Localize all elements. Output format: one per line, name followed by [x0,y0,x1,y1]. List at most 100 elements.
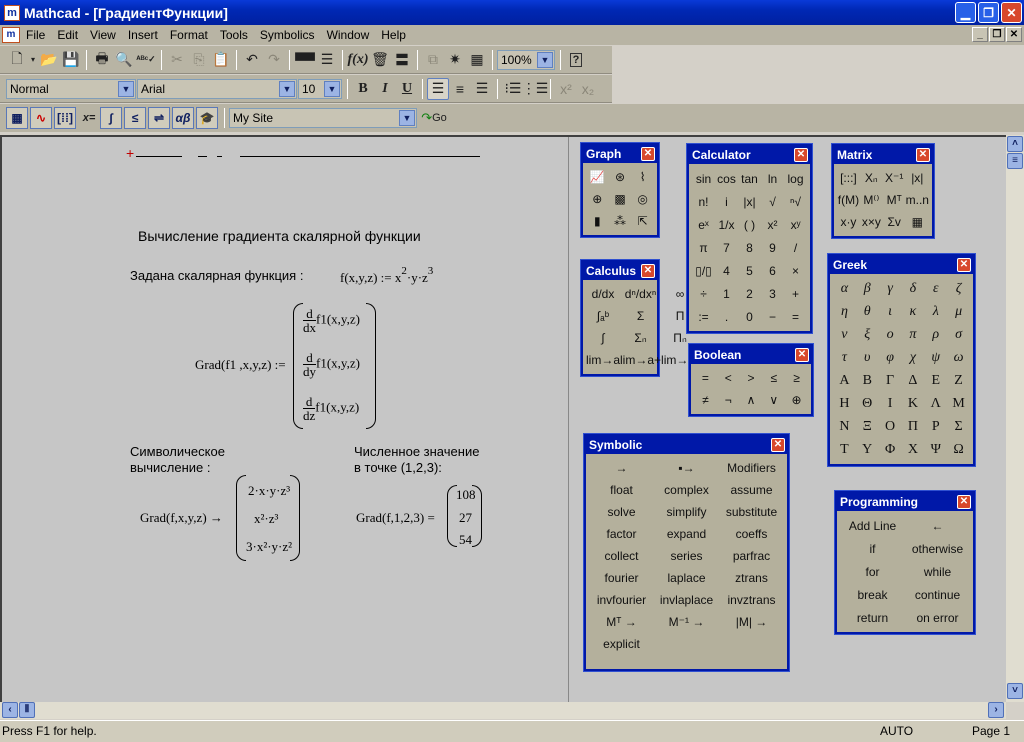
zoom-combo[interactable]: 100% ▼ [497,49,555,70]
programming-button-1[interactable]: ← [905,514,970,537]
matrix-button-0[interactable]: [:::] [837,167,860,189]
greek-letter-button[interactable]: γ [879,277,902,300]
boolean-button-6[interactable]: ¬ [717,389,740,411]
matrix-button-4[interactable]: f(M) [837,189,860,211]
matrix-button-8[interactable]: x·y [837,211,860,233]
greek-letter-button[interactable]: Θ [856,392,879,415]
calculator-button-20[interactable]: ▯/▯ [692,259,715,282]
greek-letter-button[interactable]: Β [856,369,879,392]
calculator-button-11[interactable]: 1/x [715,213,738,236]
close-palette-button[interactable]: ✕ [916,148,930,162]
calculator-button-31[interactable]: . [715,305,738,328]
calculator-button-15[interactable]: π [692,236,715,259]
print-button[interactable]: 🖶 [91,49,113,71]
align-center-button[interactable]: ≡ [449,78,471,100]
given-label[interactable]: Задана скалярная функция : [130,268,303,283]
calculus-button-0[interactable]: d/dx [586,283,620,305]
go-button[interactable]: ↷ Go [418,107,450,129]
vector-field-icon[interactable]: ⇱ [631,210,654,232]
greek-letter-button[interactable]: Χ [902,438,925,461]
matrix-button-9[interactable]: x×y [860,211,883,233]
symbolic-button-9[interactable]: factor [589,523,654,545]
symbolic-button-10[interactable]: expand [654,523,719,545]
symbolic-button-8[interactable]: substitute [719,501,784,523]
calculator-button-23[interactable]: 6 [761,259,784,282]
paste-button[interactable]: 📋 [210,49,232,71]
calculator-toolbar-button[interactable]: ▦ [6,107,28,129]
calculus-button-9[interactable]: lim→a [586,349,620,371]
greek-letter-button[interactable]: Η [833,392,856,415]
symbolic-button-16[interactable]: laplace [654,567,719,589]
symbolic-button-4[interactable]: complex [654,479,719,501]
greek-letter-button[interactable]: ε [924,277,947,300]
greek-letter-button[interactable]: λ [924,300,947,323]
calculator-button-30[interactable]: := [692,305,715,328]
calculator-button-33[interactable]: − [761,305,784,328]
greek-letter-button[interactable]: ξ [856,323,879,346]
symbolic-button-1[interactable]: ▪→ [654,457,719,479]
greek-letter-button[interactable]: Ε [924,369,947,392]
bullets-button[interactable]: ⁝☰ [502,78,524,100]
programming-toolbar-button[interactable]: ⇌ [148,107,170,129]
boolean-button-2[interactable]: > [740,367,763,389]
symbolic-button-15[interactable]: fourier [589,567,654,589]
calculator-button-32[interactable]: 0 [738,305,761,328]
new-dropdown[interactable]: ▾ [28,49,38,71]
calculus-button-7[interactable]: Σₙ [620,327,661,349]
greek-letter-button[interactable]: δ [902,277,925,300]
close-palette-button[interactable]: ✕ [795,348,809,362]
symbolic-button-17[interactable]: ztrans [719,567,784,589]
save-button[interactable]: 💾 [60,49,82,71]
greek-letter-button[interactable]: ι [879,300,902,323]
spell-check-button[interactable]: ᴬᴮᶜ✓ [135,49,157,71]
calculator-button-10[interactable]: eˣ [692,213,715,236]
greek-letter-button[interactable]: ρ [924,323,947,346]
minimize-button[interactable]: ▁ [955,2,976,23]
calculator-button-29[interactable]: + [784,282,807,305]
insert-unit-button[interactable]: 🗑 [369,49,391,71]
scroll-thumb[interactable]: ≡ [1007,153,1023,169]
programming-button-6[interactable]: break [840,583,905,606]
contour-plot-icon[interactable]: ◎ [631,188,654,210]
greek-letter-button[interactable]: Π [902,415,925,438]
symbolic-lhs[interactable]: Grad(f,x,y,z) → [140,510,223,526]
calculus-button-4[interactable]: Σ [620,305,661,327]
symbolic-label-1[interactable]: Символическое [130,444,225,459]
calculator-button-0[interactable]: sin [692,167,715,190]
symbolic-button-5[interactable]: assume [719,479,784,501]
symbolic-button-2[interactable]: Modifiers [719,457,784,479]
boolean-button-9[interactable]: ⊕ [785,389,808,411]
numeric-label-2[interactable]: в точке (1,2,3): [354,460,442,475]
menu-tools[interactable]: Tools [214,28,254,42]
matrix-button-1[interactable]: Xₙ [860,167,883,189]
greek-letter-button[interactable]: Γ [879,369,902,392]
scroll-down-button[interactable]: ˅ [1007,683,1023,699]
xy-plot-icon[interactable]: 📈 [586,166,609,188]
greek-letter-button[interactable]: ω [947,346,970,369]
greek-letter-button[interactable]: Ι [879,392,902,415]
symbolic-label-2[interactable]: вычисление : [130,460,211,475]
matrix-button-5[interactable]: M⁽⁾ [860,189,883,211]
calculator-button-16[interactable]: 7 [715,236,738,259]
component-button[interactable]: ⧉ [422,49,444,71]
evaluation-toolbar-button[interactable]: x= [78,107,100,129]
matrix-toolbar-button[interactable]: [⁞⁞] [54,107,76,129]
calculator-button-9[interactable]: ⁿ√ [784,190,807,213]
calculus-button-1[interactable]: dⁿ/dxⁿ [620,283,661,305]
restore-button[interactable]: ❐ [978,2,999,23]
calculator-button-26[interactable]: 1 [715,282,738,305]
graph-toolbar-button[interactable]: ∿ [30,107,52,129]
calculator-button-2[interactable]: tan [738,167,761,190]
matrix-button-11[interactable]: ▦ [906,211,929,233]
numeric-label-1[interactable]: Численное значение [354,444,479,459]
redo-button[interactable]: ↷ [263,49,285,71]
greek-letter-button[interactable]: θ [856,300,879,323]
programming-button-8[interactable]: return [840,606,905,629]
symbolic-button-14[interactable]: parfrac [719,545,784,567]
greek-letter-button[interactable]: Ξ [856,415,879,438]
greek-letter-button[interactable]: Ζ [947,369,970,392]
greek-letter-button[interactable]: Ω [947,438,970,461]
close-palette-button[interactable]: ✕ [641,147,655,161]
open-button[interactable]: 📂 [38,49,60,71]
symbolic-button-12[interactable]: collect [589,545,654,567]
